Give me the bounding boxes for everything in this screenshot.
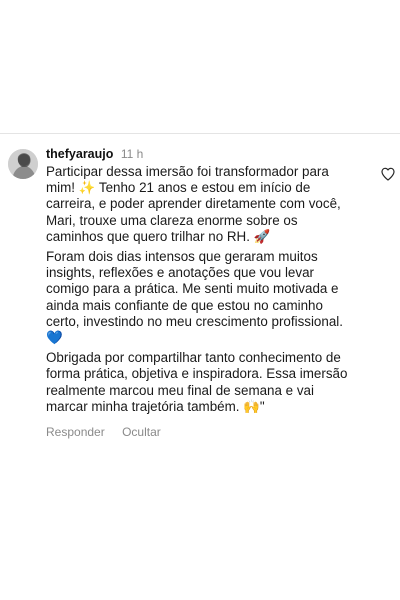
- comment-actions: Responder Ocultar: [46, 425, 370, 439]
- hide-button[interactable]: Ocultar: [122, 425, 161, 439]
- text-line: certo, investindo no meu crescimento pro…: [46, 313, 343, 329]
- comment-header: thefyaraujo 11 h: [46, 146, 370, 164]
- comment-body: thefyaraujo 11 h Participar dessa imersã…: [46, 146, 370, 439]
- text-line: ainda mais confiante de que estou no cam…: [46, 297, 323, 313]
- text-line: carreira, e poder aprender diretamente c…: [46, 196, 341, 212]
- paragraph-2: Foram dois dias intensos que geraram mui…: [46, 249, 370, 346]
- paragraph-1: Participar dessa imersão foi transformad…: [46, 164, 370, 245]
- text-line: mim! ✨ Tenho 21 anos e estou em início d…: [46, 180, 311, 196]
- text-line: Mari, trouxe uma clareza enorme sobre os: [46, 212, 298, 228]
- avatar[interactable]: [8, 149, 38, 179]
- text-line: forma prática, objetiva e inspiradora. E…: [46, 366, 348, 382]
- text-line: Participar dessa imersão foi transformad…: [46, 164, 329, 179]
- reply-button[interactable]: Responder: [46, 425, 105, 439]
- text-line: Foram dois dias intensos que geraram mui…: [46, 249, 318, 265]
- text-line: 💙: [46, 330, 63, 346]
- top-divider: [0, 133, 400, 134]
- heart-outline-icon: [381, 167, 395, 181]
- text-line: Obrigada por compartilhar tanto conhecim…: [46, 350, 341, 366]
- text-line: caminhos que quero trilhar no RH. 🚀: [46, 228, 271, 244]
- paragraph-3: Obrigada por compartilhar tanto conhecim…: [46, 350, 370, 415]
- text-line: insights, reflexões e anotações que vou …: [46, 265, 314, 281]
- text-line: marcar minha trajetória também. 🙌": [46, 398, 265, 414]
- username[interactable]: thefyaraujo: [46, 147, 113, 161]
- timestamp: 11 h: [120, 147, 144, 161]
- comment-text: Participar dessa imersão foi transformad…: [46, 164, 370, 415]
- avatar-image: [8, 149, 38, 179]
- text-line: realmente marcou meu final de semana e v…: [46, 382, 314, 398]
- text-line: comigo para a prática. Me senti muito mo…: [46, 281, 339, 297]
- heart-icon[interactable]: [380, 166, 396, 182]
